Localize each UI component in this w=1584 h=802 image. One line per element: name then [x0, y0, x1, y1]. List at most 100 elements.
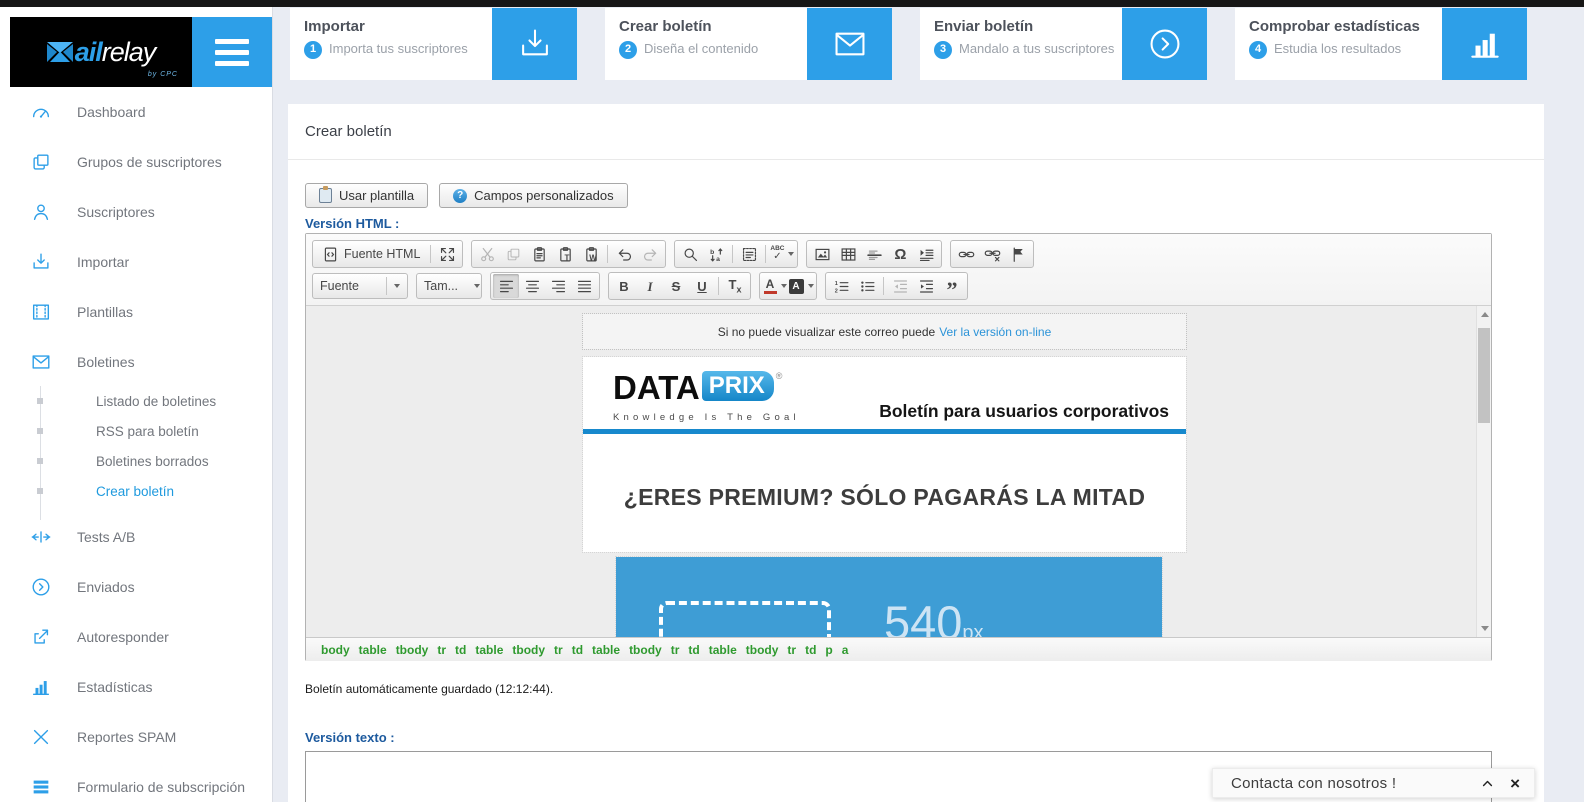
- font-dropdown[interactable]: Fuente: [312, 273, 408, 299]
- path-element[interactable]: table: [709, 643, 737, 657]
- sidebar-item-suscriptores[interactable]: Suscriptores: [0, 187, 272, 237]
- step-subtitle: Importa tus suscriptores: [329, 41, 468, 56]
- use-template-button[interactable]: Usar plantilla: [305, 183, 429, 208]
- sidebar-item-dashboard[interactable]: Dashboard: [0, 87, 272, 137]
- menu-toggle-button[interactable]: [192, 17, 272, 87]
- strikethrough-button[interactable]: S: [663, 274, 689, 298]
- path-element[interactable]: table: [359, 643, 387, 657]
- bold-button[interactable]: B: [611, 274, 637, 298]
- page-break-button[interactable]: [913, 242, 939, 266]
- sidebar-subitem-rss[interactable]: RSS para boletín: [0, 416, 272, 446]
- horizontal-rule-button[interactable]: [861, 242, 887, 266]
- path-element[interactable]: td: [688, 643, 699, 657]
- sidebar-item-estadisticas[interactable]: Estadísticas: [0, 662, 272, 712]
- replace-button[interactable]: [703, 242, 729, 266]
- special-char-button[interactable]: Ω: [887, 242, 913, 266]
- sidebar-subitem-crear-boletin[interactable]: Crear boletín: [0, 476, 272, 506]
- editor-scrollbar[interactable]: [1476, 306, 1491, 637]
- path-element[interactable]: tr: [554, 643, 563, 657]
- path-element[interactable]: table: [475, 643, 503, 657]
- custom-fields-button[interactable]: ? Campos personalizados: [439, 183, 628, 208]
- chevron-up-icon[interactable]: [1481, 777, 1494, 790]
- blockquote-button[interactable]: ”: [939, 274, 965, 301]
- paste-text-button[interactable]: T: [552, 242, 578, 266]
- source-button[interactable]: Fuente HTML: [315, 242, 427, 266]
- italic-button[interactable]: I: [637, 274, 663, 298]
- remove-format-button[interactable]: Tx: [722, 274, 748, 298]
- path-element[interactable]: tr: [437, 643, 446, 657]
- sidebar-subitem-listado[interactable]: Listado de boletines: [0, 386, 272, 416]
- sidebar-item-plantillas[interactable]: Plantillas: [0, 287, 272, 337]
- scrollbar-thumb[interactable]: [1478, 328, 1490, 423]
- align-justify-button[interactable]: [571, 274, 597, 298]
- path-element[interactable]: td: [572, 643, 583, 657]
- path-element[interactable]: tbody: [629, 643, 662, 657]
- sidebar-item-tests-ab[interactable]: Tests A/B: [0, 512, 272, 562]
- editor-content-area[interactable]: Si no puede visualizar este correo puede…: [306, 306, 1491, 637]
- sidebar-item-enviados[interactable]: Enviados: [0, 562, 272, 612]
- scroll-up-arrow[interactable]: [1477, 307, 1491, 322]
- spellcheck-button[interactable]: ABC ✓: [769, 242, 795, 266]
- indent-button[interactable]: [913, 274, 939, 298]
- insert-image-button[interactable]: [809, 242, 835, 266]
- copy-button[interactable]: [500, 242, 526, 266]
- close-icon[interactable]: ×: [1510, 775, 1520, 792]
- undo-button[interactable]: [611, 242, 637, 266]
- size-dropdown[interactable]: Tam...: [416, 273, 482, 299]
- step-card-crear[interactable]: Crear boletín 2 Diseña el contenido: [605, 8, 892, 80]
- path-element[interactable]: a: [842, 643, 849, 657]
- path-element[interactable]: tr: [787, 643, 796, 657]
- chat-widget[interactable]: Contacta con nosotros ! ×: [1212, 768, 1535, 798]
- path-element[interactable]: table: [592, 643, 620, 657]
- underline-button[interactable]: U: [689, 274, 715, 298]
- sidebar-item-grupos[interactable]: Grupos de suscriptores: [0, 137, 272, 187]
- path-element[interactable]: tbody: [746, 643, 779, 657]
- sidebar-item-formulario[interactable]: Formulario de subscripción: [0, 762, 272, 802]
- link-button[interactable]: [953, 242, 979, 266]
- path-element[interactable]: tbody: [512, 643, 545, 657]
- path-element[interactable]: body: [321, 643, 350, 657]
- svg-text:T: T: [564, 253, 569, 262]
- step-card-estadisticas[interactable]: Comprobar estadísticas 4 Estudia los resu…: [1235, 8, 1527, 80]
- paste-word-button[interactable]: W: [578, 242, 604, 266]
- path-element[interactable]: p: [825, 643, 832, 657]
- unlink-button[interactable]: [979, 242, 1005, 266]
- sidebar-item-reportes-spam[interactable]: Reportes SPAM: [0, 712, 272, 762]
- step-estadisticas-square[interactable]: [1442, 8, 1527, 80]
- autosave-status: Boletín automáticamente guardado (12:12:…: [305, 682, 554, 696]
- bg-color-button[interactable]: A: [788, 274, 814, 298]
- email-banner-placeholder[interactable]: 540px: [615, 556, 1163, 637]
- sidebar-item-importar[interactable]: Importar: [0, 237, 272, 287]
- cut-button[interactable]: [474, 242, 500, 266]
- sidebar-subitem-borrados[interactable]: Boletines borrados: [0, 446, 272, 476]
- align-left-button[interactable]: [493, 274, 519, 298]
- paste-button[interactable]: [526, 242, 552, 266]
- sidebar-item-autoresponder[interactable]: Autoresponder: [0, 612, 272, 662]
- step-enviar-square[interactable]: [1122, 8, 1207, 80]
- insert-table-button[interactable]: [835, 242, 861, 266]
- scroll-down-arrow[interactable]: [1477, 621, 1491, 636]
- text-color-button[interactable]: A: [762, 274, 788, 298]
- align-right-button[interactable]: [545, 274, 571, 298]
- find-button[interactable]: [677, 242, 703, 266]
- align-center-button[interactable]: [519, 274, 545, 298]
- path-element[interactable]: td: [455, 643, 466, 657]
- path-element[interactable]: td: [805, 643, 816, 657]
- outdent-button[interactable]: [887, 274, 913, 298]
- hamburger-icon: [215, 38, 249, 44]
- maximize-button[interactable]: [434, 242, 460, 266]
- step-importar-square[interactable]: [492, 8, 577, 80]
- view-online-link[interactable]: Ver la versión on-line: [939, 325, 1051, 339]
- bullet-list-button[interactable]: [854, 274, 880, 298]
- anchor-button[interactable]: [1005, 242, 1031, 266]
- sidebar-item-boletines[interactable]: Boletines: [0, 337, 272, 387]
- step-card-importar[interactable]: Importar 1 Importa tus suscriptores: [290, 8, 577, 80]
- step-crear-square[interactable]: [807, 8, 892, 80]
- redo-button[interactable]: [637, 242, 663, 266]
- path-element[interactable]: tbody: [396, 643, 429, 657]
- step-card-enviar[interactable]: Enviar boletín 3 Mandalo a tus suscriptor…: [920, 8, 1207, 80]
- path-element[interactable]: tr: [671, 643, 680, 657]
- view-online-text: Si no puede visualizar este correo puede: [717, 324, 936, 339]
- numbered-list-button[interactable]: [828, 274, 854, 298]
- select-all-button[interactable]: [736, 242, 762, 266]
